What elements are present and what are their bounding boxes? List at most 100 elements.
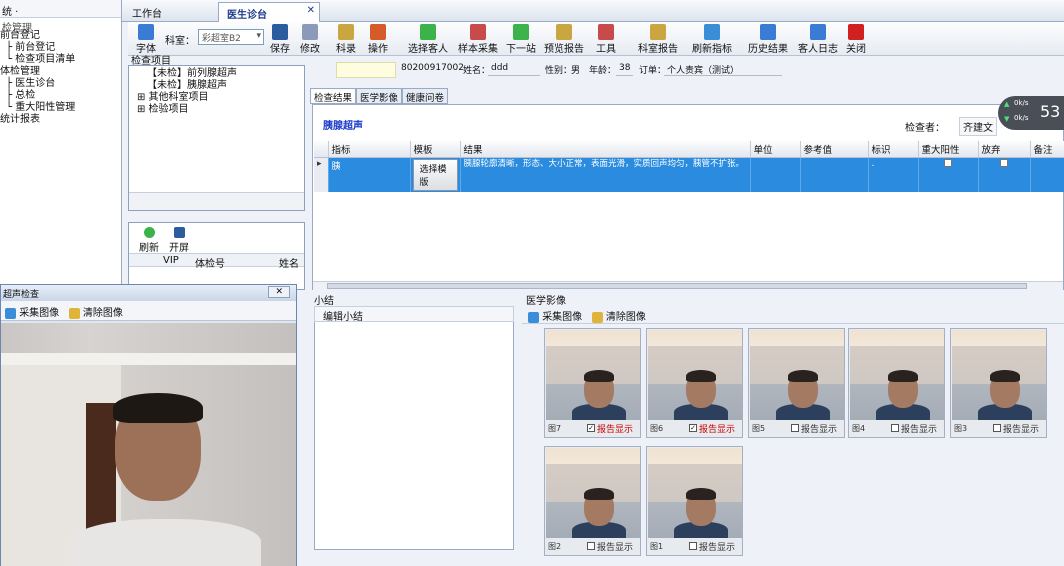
image-thumbnail[interactable]: 图5 报告显示 bbox=[748, 328, 845, 438]
tab-workbench[interactable]: 工作台 bbox=[124, 2, 170, 22]
cell-remark[interactable] bbox=[1030, 157, 1064, 192]
tools-button[interactable]: 工具 bbox=[596, 23, 616, 55]
col-flag[interactable]: 标识 bbox=[868, 141, 919, 158]
col-template[interactable]: 模板 bbox=[410, 141, 461, 158]
exam-item[interactable]: ⊞ 其他科室项目 bbox=[135, 92, 298, 104]
nav-toolbar[interactable]: 统 · bbox=[0, 0, 121, 18]
report-display-checkbox[interactable] bbox=[891, 424, 899, 432]
queue-col-id[interactable]: 体检号 bbox=[195, 255, 225, 270]
col-unit[interactable]: 单位 bbox=[750, 141, 801, 158]
close-button[interactable]: 关闭 bbox=[846, 23, 866, 55]
clear-image-button[interactable]: 清除图像 bbox=[591, 311, 646, 323]
nav-item[interactable]: 前台登记 bbox=[0, 30, 121, 42]
close-icon bbox=[848, 24, 864, 40]
refresh-button[interactable]: 刷新 bbox=[139, 227, 159, 254]
major-positive-checkbox[interactable] bbox=[944, 159, 952, 167]
col-indicator[interactable]: 指标 bbox=[328, 141, 411, 158]
camera-titlebar[interactable]: 超声检查 ✕ bbox=[1, 285, 296, 301]
tab-doctor-desk[interactable]: 医生诊台 ✕ bbox=[218, 2, 320, 22]
close-icon[interactable]: ✕ bbox=[307, 5, 315, 16]
close-icon[interactable]: ✕ bbox=[268, 286, 290, 298]
result-tabs: 检查结果 医学影像 健康问卷 bbox=[310, 88, 1064, 104]
tab-medical-image[interactable]: 医学影像 bbox=[356, 88, 403, 104]
summary-textarea[interactable] bbox=[314, 322, 514, 550]
cell-indicator[interactable]: 胰 bbox=[328, 157, 411, 192]
cell-flag[interactable]: . bbox=[868, 157, 919, 192]
capture-image-button[interactable]: 采集图像 bbox=[528, 311, 582, 323]
select-guest-label: 选择客人 bbox=[408, 44, 448, 55]
nav-item[interactable]: 体检管理 bbox=[0, 66, 121, 78]
scrollbar-thumb[interactable] bbox=[327, 283, 1027, 289]
queue-col-vip[interactable]: VIP bbox=[163, 255, 179, 266]
operate-button[interactable]: 操作 bbox=[368, 23, 388, 55]
exam-item[interactable]: 【未检】前列腺超声 bbox=[135, 68, 298, 80]
guest-log-button[interactable]: 客人日志 bbox=[798, 23, 838, 55]
dept-select[interactable]: 彩超室B2 ▾ bbox=[198, 29, 264, 45]
speed-widget[interactable]: ▲ 0k/s ▼ 0k/s 53 bbox=[998, 96, 1064, 130]
report-display-checkbox[interactable] bbox=[587, 542, 595, 550]
col-major-positive[interactable]: 重大阳性 bbox=[918, 141, 979, 158]
cell-result[interactable]: 胰腺轮廓清晰，形态、大小正常，表面光滑，实质回声均匀，胰管不扩张。 bbox=[460, 157, 751, 192]
dept-report-button[interactable]: 科室报告 bbox=[638, 23, 678, 55]
col-result[interactable]: 结果 bbox=[460, 141, 751, 158]
ceiling-light-shape bbox=[1, 353, 296, 365]
cell-unit[interactable] bbox=[750, 157, 801, 192]
history-result-button[interactable]: 历史结果 bbox=[748, 23, 788, 55]
exam-item[interactable]: ⊞ 检验项目 bbox=[135, 104, 298, 116]
image-thumbnail[interactable]: 图2 报告显示 bbox=[544, 446, 641, 556]
tab-exam-result[interactable]: 检查结果 bbox=[310, 88, 357, 104]
summary-title: 小结 bbox=[314, 296, 334, 307]
abandon-checkbox[interactable] bbox=[1000, 159, 1008, 167]
report-display-checkbox[interactable]: ✓ bbox=[689, 424, 697, 432]
col-remark[interactable]: 备注 bbox=[1030, 141, 1064, 158]
col-reference[interactable]: 参考值 bbox=[800, 141, 869, 158]
report-display-label: 报告显示 bbox=[699, 543, 736, 553]
save-button[interactable]: 保存 bbox=[270, 23, 290, 55]
thumbnail-image bbox=[750, 330, 844, 420]
table-row[interactable]: ▸ 胰 选择模版 胰腺轮廓清晰，形态、大小正常，表面光滑，实质回声均匀，胰管不扩… bbox=[314, 157, 1064, 192]
col-abandon[interactable]: 放弃 bbox=[978, 141, 1031, 158]
next-station-button[interactable]: 下一站 bbox=[506, 23, 536, 55]
camera-clear-button[interactable]: 清除图像 bbox=[68, 307, 123, 319]
sample-collect-icon bbox=[470, 24, 486, 40]
nav-item[interactable]: ├ 前台登记 bbox=[0, 42, 121, 54]
barcode-field[interactable] bbox=[336, 62, 396, 78]
examiner-value[interactable]: 齐建文 bbox=[959, 117, 997, 136]
horizontal-scrollbar[interactable] bbox=[313, 281, 1063, 290]
cell-reference[interactable] bbox=[800, 157, 869, 192]
report-display-checkbox[interactable] bbox=[993, 424, 1001, 432]
image-thumbnail[interactable]: 图7 ✓ 报告显示 bbox=[544, 328, 641, 438]
refresh-indicator-button[interactable]: 刷新指标 bbox=[692, 23, 732, 55]
monitor-icon bbox=[173, 227, 185, 238]
report-display-checkbox[interactable] bbox=[791, 424, 799, 432]
nav-item[interactable]: 统计报表 bbox=[0, 114, 121, 126]
sample-collect-button[interactable]: 样本采集 bbox=[458, 23, 498, 55]
image-thumbnail[interactable]: 图4 报告显示 bbox=[848, 328, 945, 438]
report-display-checkbox[interactable] bbox=[689, 542, 697, 550]
exam-item[interactable]: 【未检】胰腺超声 bbox=[135, 80, 298, 92]
modify-label: 修改 bbox=[300, 44, 320, 55]
nav-top-label[interactable]: 统 · bbox=[2, 7, 18, 18]
image-thumbnail[interactable]: 图1 报告显示 bbox=[646, 446, 743, 556]
image-thumbnail[interactable]: 图3 报告显示 bbox=[950, 328, 1047, 438]
select-template-button[interactable]: 选择模版 bbox=[412, 159, 458, 191]
report-display-checkbox[interactable]: ✓ bbox=[587, 424, 595, 432]
nav-item[interactable]: └ 检查项目清单 bbox=[0, 54, 121, 66]
record-button[interactable]: 科录 bbox=[336, 23, 356, 55]
camera-capture-button[interactable]: 采集图像 bbox=[5, 307, 59, 319]
nav-item[interactable]: ├ 总检 bbox=[0, 90, 121, 102]
nav-item[interactable]: ├ 医生诊台 bbox=[0, 78, 121, 90]
queue-col-name[interactable]: 姓名 bbox=[279, 255, 299, 270]
font-button[interactable]: 字体 bbox=[132, 23, 160, 55]
modify-button[interactable]: 修改 bbox=[300, 23, 320, 55]
edit-summary-button[interactable]: 编辑小结 bbox=[314, 306, 514, 323]
open-screen-button[interactable]: 开屏 bbox=[169, 227, 189, 254]
dept-report-label: 科室报告 bbox=[638, 44, 678, 55]
nav-item[interactable]: └ 重大阳性管理 bbox=[0, 102, 121, 114]
tab-health-questionnaire[interactable]: 健康问卷 bbox=[402, 88, 449, 104]
eraser-icon bbox=[591, 311, 603, 323]
select-guest-button[interactable]: 选择客人 bbox=[408, 23, 448, 55]
image-thumbnail[interactable]: 图6 ✓ 报告显示 bbox=[646, 328, 743, 438]
preview-report-button[interactable]: 预览报告 bbox=[544, 23, 584, 55]
examiner-label: 检查者： bbox=[905, 123, 945, 134]
